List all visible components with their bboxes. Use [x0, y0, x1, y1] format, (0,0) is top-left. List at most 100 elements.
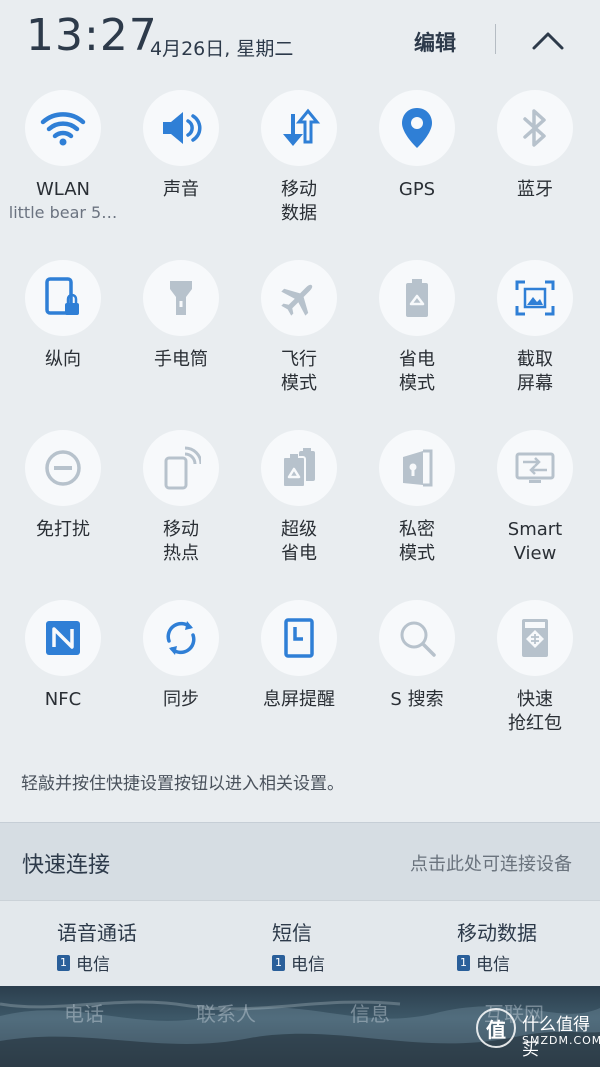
home-screen-peek: 电话 联系人 信息 互联网 值 什么值得买 SMZDM.COM — [0, 986, 600, 1067]
sim-item-carrier: 1 电信 — [57, 950, 217, 975]
hotspot-icon — [164, 446, 201, 490]
tile-button[interactable] — [379, 600, 455, 676]
tile-airplane[interactable]: 飞行 模式 — [240, 260, 358, 396]
tile-label: 声音 — [163, 179, 199, 200]
watermark-logo: 值 — [476, 1008, 516, 1048]
quick-connect-bar[interactable]: 快速连接 点击此处可连接设备 — [0, 822, 600, 900]
tile-button[interactable] — [379, 260, 455, 336]
sim-item-title: 短信 — [272, 921, 312, 945]
tile-gps[interactable]: GPS — [358, 90, 476, 202]
chevron-up-icon — [532, 32, 564, 50]
tile-s-finder[interactable]: S 搜索 — [358, 600, 476, 712]
tile-button[interactable] — [379, 430, 455, 506]
tile-bluetooth[interactable]: 蓝牙 — [476, 90, 594, 202]
tile-smart-view[interactable]: Smart View — [476, 430, 594, 566]
tile-label: 快速 抢红包 — [508, 689, 562, 734]
tile-sound[interactable]: 声音 — [122, 90, 240, 202]
tile-flashlight[interactable]: 手电筒 — [122, 260, 240, 372]
tile-ultra-power-saving[interactable]: 超级 省电 — [240, 430, 358, 566]
tile-do-not-disturb[interactable]: 免打扰 — [4, 430, 122, 542]
tile-button[interactable] — [143, 600, 219, 676]
tile-button[interactable] — [143, 90, 219, 166]
quick-connect-title: 快速连接 — [22, 853, 111, 878]
airplane-icon — [281, 284, 313, 316]
quick-settings-hint: 轻敲并按住快捷设置按钮以进入相关设置。 — [21, 774, 344, 794]
sim-slot-badge: 1 — [457, 954, 470, 971]
do-not-disturb-icon — [45, 450, 81, 486]
speaker-icon — [163, 112, 202, 144]
tile-label: NFC — [44, 689, 82, 710]
quick-connect-link[interactable]: 点击此处可连接设备 — [410, 850, 572, 876]
carrier-name: 电信 — [76, 955, 110, 975]
sim-mobile-data[interactable]: 移动数据 1 电信 — [457, 917, 600, 975]
red-envelope-icon — [522, 619, 548, 657]
tile-label: 移动 数据 — [281, 179, 317, 224]
tile-power-saving[interactable]: 省电 模式 — [358, 260, 476, 396]
tile-label: 飞行 模式 — [281, 349, 317, 394]
battery-recycle-icon — [406, 279, 428, 317]
tile-button[interactable] — [497, 260, 573, 336]
sim-sms[interactable]: 短信 1 电信 — [272, 917, 432, 975]
sim-item-title: 移动数据 — [457, 921, 537, 945]
carrier-name: 电信 — [476, 955, 510, 975]
tile-button[interactable] — [497, 430, 573, 506]
tile-button[interactable] — [497, 600, 573, 676]
divider — [495, 24, 496, 54]
tile-nfc[interactable]: NFC — [4, 600, 122, 712]
tile-label: 私密 模式 — [399, 519, 435, 564]
dock-label-messages: 信息 — [350, 1002, 390, 1026]
private-mode-icon — [403, 449, 433, 487]
tile-button[interactable] — [261, 260, 337, 336]
mobile-data-icon — [283, 108, 321, 146]
tile-always-on-display[interactable]: 息屏提醒 — [240, 600, 358, 712]
watermark-subtext: SMZDM.COM — [522, 1034, 600, 1047]
always-on-display-icon — [284, 618, 314, 658]
sim-voice-call[interactable]: 语音通话 1 电信 — [57, 917, 217, 975]
tile-label: WLAN — [35, 179, 91, 200]
location-pin-icon — [402, 108, 432, 148]
tile-label: 免打扰 — [36, 519, 90, 540]
sim-item-carrier: 1 电信 — [272, 950, 432, 975]
tile-button[interactable] — [261, 430, 337, 506]
tile-label: Smart View — [507, 519, 563, 564]
tile-sync[interactable]: 同步 — [122, 600, 240, 712]
tile-mobile-data[interactable]: 移动 数据 — [240, 90, 358, 226]
ultra-power-saving-icon — [282, 448, 315, 488]
tile-label: 手电筒 — [154, 349, 208, 370]
dock-label-contacts: 联系人 — [196, 1002, 256, 1026]
tile-label: 省电 模式 — [399, 349, 435, 394]
tile-button[interactable] — [497, 90, 573, 166]
tile-button[interactable] — [25, 260, 101, 336]
tile-wlan[interactable]: WLAN little bear 5… — [4, 90, 122, 224]
edit-button[interactable]: 编辑 — [414, 27, 456, 57]
tile-orientation[interactable]: 纵向 — [4, 260, 122, 372]
tile-button[interactable] — [143, 430, 219, 506]
clock: 13:27 — [26, 10, 158, 61]
tile-label: S 搜索 — [390, 689, 444, 710]
carrier-name: 电信 — [291, 955, 325, 975]
flashlight-icon — [170, 281, 192, 315]
tile-screenshot[interactable]: 截取 屏幕 — [476, 260, 594, 396]
tile-button[interactable] — [261, 600, 337, 676]
tile-button[interactable] — [379, 90, 455, 166]
tile-label: GPS — [398, 179, 436, 200]
search-icon — [400, 621, 436, 657]
tile-private-mode[interactable]: 私密 模式 — [358, 430, 476, 566]
sim-slot-badge: 1 — [272, 954, 285, 971]
tile-red-envelope[interactable]: 快速 抢红包 — [476, 600, 594, 736]
tile-sublabel: little bear 5… — [8, 203, 118, 222]
tile-button[interactable] — [25, 600, 101, 676]
sim-preferences: 语音通话 1 电信 短信 1 电信 移动数据 1 电信 — [0, 900, 600, 986]
sim-item-carrier: 1 电信 — [457, 950, 600, 975]
tile-label: 纵向 — [45, 349, 81, 370]
wifi-icon — [40, 112, 86, 146]
tile-label: 蓝牙 — [517, 179, 553, 200]
collapse-button[interactable] — [528, 22, 568, 58]
tile-hotspot[interactable]: 移动 热点 — [122, 430, 240, 566]
tile-button[interactable] — [143, 260, 219, 336]
tile-button[interactable] — [25, 90, 101, 166]
tile-button[interactable] — [261, 90, 337, 166]
tile-label: 息屏提醒 — [263, 689, 335, 710]
date: 4月26日, 星期二 — [150, 38, 294, 60]
tile-button[interactable] — [25, 430, 101, 506]
